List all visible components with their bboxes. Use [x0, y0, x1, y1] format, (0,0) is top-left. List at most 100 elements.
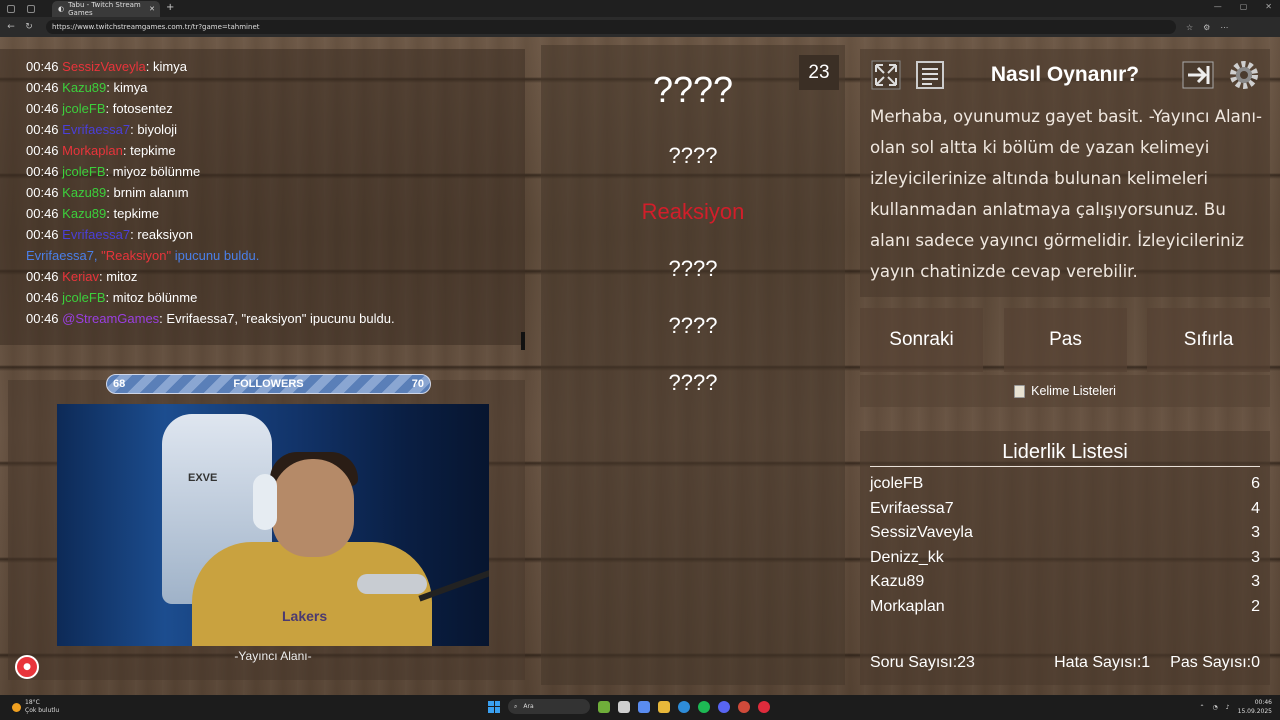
reset-button[interactable]: Sıfırla	[1147, 308, 1270, 372]
chat-username[interactable]: Kazu89	[62, 185, 106, 200]
chat-text: brnim alanım	[113, 185, 189, 200]
leaderboard-row: jcoleFB 6	[870, 475, 1260, 493]
tray-expand-icon[interactable]: ⌃	[1200, 704, 1205, 711]
back-icon[interactable]: ←	[4, 22, 18, 32]
chat-message: 00:46 Evrifaessa7: reaksiyon	[26, 227, 193, 242]
chat-time: 00:46	[26, 80, 59, 95]
followers-goal-bar: 68 FOLLOWERS 70	[106, 374, 431, 394]
edge-icon[interactable]	[678, 700, 690, 713]
chat-username[interactable]: Keriav	[62, 269, 99, 284]
leaderboard-row: Evrifaessa7 4	[870, 500, 1260, 518]
spotify-icon[interactable]	[698, 700, 710, 713]
chat-text: biyoloji	[137, 122, 178, 137]
chat-message: 00:46 Morkaplan: tepkime	[26, 143, 176, 158]
start-icon[interactable]	[488, 700, 500, 713]
leader-name: Denizz_kk	[870, 548, 944, 566]
file-explorer-icon[interactable]	[658, 700, 670, 713]
chat-username[interactable]: Evrifaessa7	[62, 227, 130, 242]
leaderboard-row: Denizz_kk 3	[870, 549, 1260, 567]
clipboard-icon	[1014, 384, 1026, 398]
minimize-icon[interactable]: —	[1214, 2, 1222, 11]
chat-message: 00:46 SessizVaveyla: kimya	[26, 59, 187, 74]
leaderboard-row: Kazu89 3	[870, 573, 1260, 591]
favorite-icon[interactable]: ☆	[1186, 23, 1193, 32]
close-window-icon[interactable]: ✕	[1265, 2, 1272, 11]
game-page: 00:46 SessizVaveyla: kimya 00:46 Kazu89: …	[0, 37, 1280, 695]
system-user: Evrifaessa7,	[26, 248, 98, 263]
chat-username[interactable]: @StreamGames	[62, 311, 159, 326]
url-field[interactable]: https://www.twitchstreamgames.com.tr/tr?…	[46, 20, 1176, 34]
next-button[interactable]: Sonraki	[860, 308, 983, 372]
clock[interactable]: 00:46 15.09.2025	[1238, 698, 1272, 716]
opera-icon[interactable]	[758, 700, 770, 713]
chat-time: 00:46	[26, 311, 59, 326]
chat-time: 00:46	[26, 122, 59, 137]
chat-username[interactable]: Kazu89	[62, 80, 106, 95]
chat-username[interactable]: jcoleFB	[62, 164, 105, 179]
new-tab-icon[interactable]: +	[166, 2, 174, 13]
exit-icon[interactable]	[1180, 57, 1216, 93]
chat-username[interactable]: SessizVaveyla	[62, 59, 146, 74]
streamer-face	[272, 459, 354, 557]
maximize-icon[interactable]: ▢	[1240, 2, 1248, 11]
taskbar-search[interactable]: ⌕ Ara	[508, 699, 590, 714]
address-bar: ← ↻ https://www.twitchstreamgames.com.tr…	[0, 17, 1280, 37]
window-menu-icon[interactable]	[7, 4, 15, 13]
weather-widget[interactable]: 18°C Çok bulutlu	[12, 699, 59, 715]
network-icon[interactable]: ◔	[1213, 704, 1218, 711]
chrome-icon[interactable]	[738, 700, 750, 713]
chat-message: 00:46 jcoleFB: mitoz bölünme	[26, 290, 198, 305]
pass-button[interactable]: Pas	[1004, 308, 1127, 372]
question-count: Soru Sayısı:23	[870, 654, 975, 671]
leader-name: jcoleFB	[870, 475, 924, 492]
chat-text: tepkime	[113, 206, 160, 221]
forbidden-word: ????	[668, 143, 718, 168]
leader-score: 3	[1251, 573, 1260, 591]
volume-icon[interactable]: ♪	[1226, 704, 1230, 711]
extensions-icon[interactable]: ⚙	[1203, 23, 1210, 32]
browser-tab[interactable]: ◐ Tabu - Twitch Stream Games ✕	[52, 1, 160, 17]
chat-message: 00:46 jcoleFB: miyoz bölünme	[26, 164, 201, 179]
forbidden-word: ????	[668, 256, 718, 281]
game-stats: Soru Sayısı:23 Hata Sayısı:1 Pas Sayısı:…	[870, 654, 1260, 672]
leaderboard-divider	[870, 466, 1260, 467]
chat-username[interactable]: Evrifaessa7	[62, 122, 130, 137]
landscape-app-icon[interactable]	[598, 700, 610, 713]
taskbar: 18°C Çok bulutlu ⌕ Ara ⌃ ◔ ♪ 00:46 15.09…	[0, 695, 1280, 720]
chat-message: 00:46 Keriav: mitoz	[26, 269, 138, 284]
forbidden-word: Reaksiyon	[641, 199, 745, 224]
chat-username[interactable]: Kazu89	[62, 206, 106, 221]
chat-username[interactable]: Morkaplan	[62, 143, 123, 158]
discord-icon[interactable]	[718, 700, 730, 713]
chat-time: 00:46	[26, 101, 59, 116]
chat-scrollbar[interactable]	[521, 332, 525, 350]
chat-username[interactable]: jcoleFB	[62, 290, 105, 305]
word-lists-button[interactable]: Kelime Listeleri	[860, 375, 1270, 407]
tab-title: Tabu - Twitch Stream Games	[68, 1, 141, 17]
chat-text: tepkime	[130, 143, 176, 158]
settings-gear-icon[interactable]	[1226, 57, 1262, 93]
chat-message: 00:46 Kazu89: tepkime	[26, 206, 160, 221]
search-icon: ⌕	[514, 702, 518, 710]
chat-text: kimya	[152, 59, 187, 74]
chat-message: 00:46 Evrifaessa7: biyoloji	[26, 122, 178, 137]
copilot-icon[interactable]	[638, 700, 650, 713]
search-placeholder: Ara	[523, 703, 534, 710]
followers-label: FOLLOWERS	[233, 378, 304, 390]
word-lists-label: Kelime Listeleri	[1031, 384, 1116, 398]
microphone	[357, 574, 427, 594]
leader-score: 2	[1251, 598, 1260, 615]
leader-score: 3	[1251, 548, 1260, 566]
task-view-icon[interactable]	[618, 700, 630, 713]
chat-username[interactable]: jcoleFB	[62, 101, 105, 116]
record-icon[interactable]: ●	[15, 655, 39, 679]
tab-close-icon[interactable]: ✕	[149, 5, 155, 13]
system-tray: ⌃ ◔ ♪ 00:46 15.09.2025	[1200, 698, 1272, 716]
chat-time: 00:46	[26, 143, 59, 158]
system-word: "Reaksiyon"	[101, 248, 172, 263]
streamer-hoodie: Lakers	[192, 542, 432, 646]
menu-icon[interactable]: ⋯	[1220, 23, 1228, 32]
tab-actions-icon[interactable]	[27, 4, 35, 13]
reload-icon[interactable]: ↻	[22, 22, 36, 32]
weather-temp: 18°C	[25, 699, 40, 706]
